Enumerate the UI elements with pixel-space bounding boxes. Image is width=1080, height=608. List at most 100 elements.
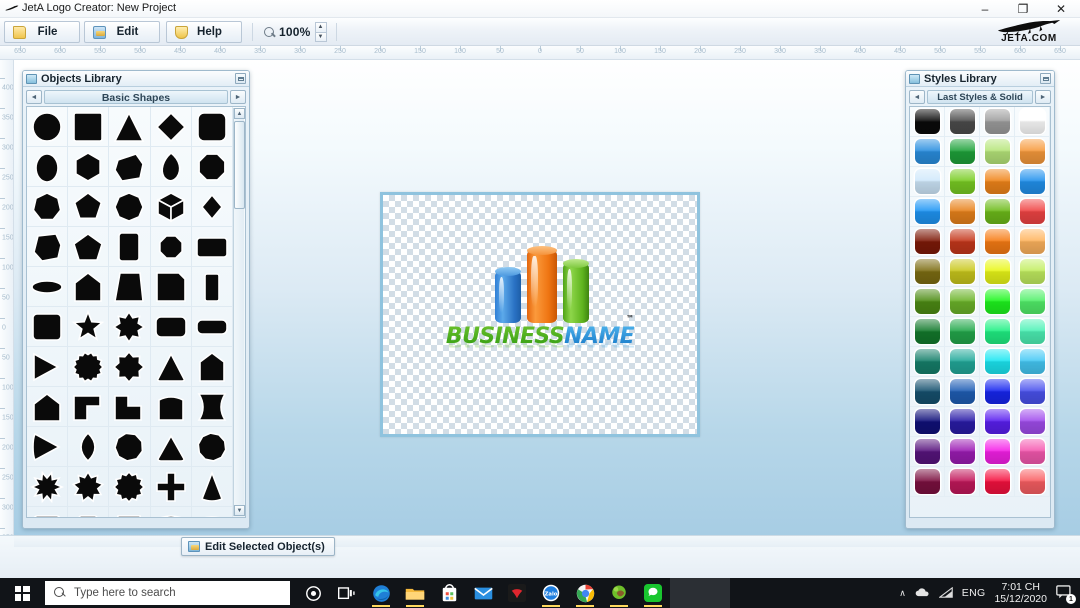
canvas-horizontal-scrollbar[interactable] bbox=[14, 535, 1080, 547]
shape-item-pentagon-tall[interactable] bbox=[191, 347, 233, 387]
mail-icon[interactable] bbox=[466, 578, 500, 608]
style-swatch[interactable] bbox=[945, 377, 980, 407]
style-swatch[interactable] bbox=[945, 257, 980, 287]
shape-item-rectangle-narrow[interactable] bbox=[191, 267, 233, 307]
style-swatch[interactable] bbox=[945, 347, 980, 377]
shape-item-star-8[interactable] bbox=[109, 307, 151, 347]
style-swatch[interactable] bbox=[1015, 407, 1050, 437]
style-swatch[interactable] bbox=[945, 107, 980, 137]
style-swatch[interactable] bbox=[945, 317, 980, 347]
style-swatch[interactable] bbox=[980, 407, 1015, 437]
shape-item-rounded-bottom[interactable] bbox=[151, 507, 192, 517]
shape-item-triangle-wide[interactable] bbox=[150, 427, 192, 467]
shape-item-rounded-square-2[interactable] bbox=[27, 307, 69, 347]
minimize-button[interactable]: – bbox=[966, 0, 1004, 18]
style-swatch[interactable] bbox=[910, 467, 945, 497]
style-swatch[interactable] bbox=[910, 377, 945, 407]
style-swatch[interactable] bbox=[980, 107, 1015, 137]
style-swatch[interactable] bbox=[910, 107, 945, 137]
shape-item-trapezoid-bottom[interactable] bbox=[109, 507, 151, 517]
file-explorer-icon[interactable] bbox=[398, 578, 432, 608]
style-swatch[interactable] bbox=[945, 407, 980, 437]
style-swatch[interactable] bbox=[910, 137, 945, 167]
antivirus-icon[interactable] bbox=[500, 578, 534, 608]
start-button[interactable] bbox=[0, 578, 44, 608]
styles-next-category-button[interactable]: ► bbox=[1035, 90, 1051, 104]
style-swatch[interactable] bbox=[1015, 437, 1050, 467]
style-swatch[interactable] bbox=[910, 317, 945, 347]
edit-selected-objects-button[interactable]: Edit Selected Object(s) bbox=[181, 537, 335, 556]
shape-item-octagon[interactable] bbox=[109, 187, 151, 227]
shape-item-pentagon-house[interactable] bbox=[68, 267, 110, 307]
shape-item-corner-step[interactable] bbox=[68, 387, 110, 427]
style-swatch[interactable] bbox=[1015, 317, 1050, 347]
shape-item-corner-step-2[interactable] bbox=[109, 387, 151, 427]
network-icon[interactable] bbox=[937, 586, 953, 600]
style-swatch[interactable] bbox=[980, 347, 1015, 377]
style-swatch[interactable] bbox=[980, 287, 1015, 317]
style-swatch[interactable] bbox=[910, 167, 945, 197]
taskbar-preview[interactable] bbox=[670, 578, 730, 608]
shape-item-egg[interactable] bbox=[27, 147, 69, 187]
shape-item-diamond-rounded[interactable] bbox=[68, 427, 110, 467]
style-swatch[interactable] bbox=[1015, 107, 1050, 137]
style-swatch[interactable] bbox=[910, 257, 945, 287]
shape-item-blob-round[interactable] bbox=[191, 427, 233, 467]
style-swatch[interactable] bbox=[1015, 377, 1050, 407]
style-swatch[interactable] bbox=[945, 197, 980, 227]
shape-item-rounded-rect-flat[interactable] bbox=[191, 307, 233, 347]
shape-item-diamond-small[interactable] bbox=[191, 187, 233, 227]
style-swatch[interactable] bbox=[1015, 137, 1050, 167]
styles-grid[interactable] bbox=[910, 107, 1050, 497]
style-swatch[interactable] bbox=[1015, 347, 1050, 377]
taskbar-clock[interactable]: 7:01 CH 15/12/2020 bbox=[994, 581, 1047, 605]
style-swatch[interactable] bbox=[945, 467, 980, 497]
edit-menu-button[interactable]: Edit bbox=[84, 21, 160, 43]
shape-item-hexagon-flat[interactable] bbox=[68, 147, 110, 187]
style-swatch[interactable] bbox=[910, 347, 945, 377]
styles-grid-container[interactable] bbox=[909, 106, 1051, 518]
objects-panel-collapse-button[interactable] bbox=[235, 73, 246, 84]
zoom-increase-button[interactable]: ▲ bbox=[314, 22, 327, 32]
objects-scrollbar[interactable]: ▲ ▼ bbox=[233, 108, 245, 516]
shape-item-diamond[interactable] bbox=[150, 107, 192, 147]
cortana-icon[interactable] bbox=[296, 578, 330, 608]
shape-item-triangle[interactable] bbox=[109, 107, 151, 147]
shape-item-star-9[interactable] bbox=[68, 467, 110, 507]
zoom-stepper[interactable]: ▲ ▼ bbox=[314, 22, 327, 42]
objects-category-selector[interactable]: ◄ Basic Shapes ► bbox=[23, 87, 249, 106]
objects-scroll-thumb[interactable] bbox=[234, 121, 245, 209]
styles-library-panel[interactable]: Styles Library ◄ Last Styles & Solid ► bbox=[905, 70, 1055, 529]
maximize-button[interactable]: ❐ bbox=[1004, 0, 1042, 18]
shape-item-heptagon[interactable] bbox=[27, 187, 69, 227]
style-swatch[interactable] bbox=[945, 437, 980, 467]
style-swatch[interactable] bbox=[1015, 467, 1050, 497]
shape-item-rounded-rect-tall[interactable] bbox=[109, 227, 151, 267]
shape-item-rectangle-bottom[interactable] bbox=[68, 507, 110, 517]
style-swatch[interactable] bbox=[945, 287, 980, 317]
shape-item-circle[interactable] bbox=[27, 107, 69, 147]
styles-category-selector[interactable]: ◄ Last Styles & Solid ► bbox=[906, 87, 1054, 106]
shape-item-octagon-blob[interactable] bbox=[109, 427, 151, 467]
style-swatch[interactable] bbox=[1015, 257, 1050, 287]
style-swatch[interactable] bbox=[945, 137, 980, 167]
shape-item-ellipse-flat[interactable] bbox=[27, 267, 69, 307]
style-swatch[interactable] bbox=[910, 227, 945, 257]
style-swatch[interactable] bbox=[980, 227, 1015, 257]
shape-item-teardrop[interactable] bbox=[150, 147, 192, 187]
shape-item-star-10[interactable] bbox=[27, 467, 69, 507]
shape-item-arrow-right[interactable] bbox=[27, 347, 69, 387]
style-swatch[interactable] bbox=[980, 377, 1015, 407]
shape-item-cube[interactable] bbox=[150, 187, 192, 227]
zalo-icon[interactable]: Zalo bbox=[534, 578, 568, 608]
onedrive-icon[interactable] bbox=[915, 587, 930, 599]
zoom-decrease-button[interactable]: ▼ bbox=[314, 31, 327, 42]
shapes-grid-container[interactable]: ▲ ▼ bbox=[26, 106, 246, 518]
styles-panel-collapse-button[interactable] bbox=[1040, 73, 1051, 84]
shape-item-star-concave[interactable] bbox=[191, 387, 233, 427]
style-swatch[interactable] bbox=[1015, 287, 1050, 317]
shape-item-pentagon[interactable] bbox=[68, 187, 110, 227]
style-swatch[interactable] bbox=[980, 257, 1015, 287]
style-swatch[interactable] bbox=[945, 227, 980, 257]
shape-item-pentagon-home[interactable] bbox=[27, 387, 69, 427]
